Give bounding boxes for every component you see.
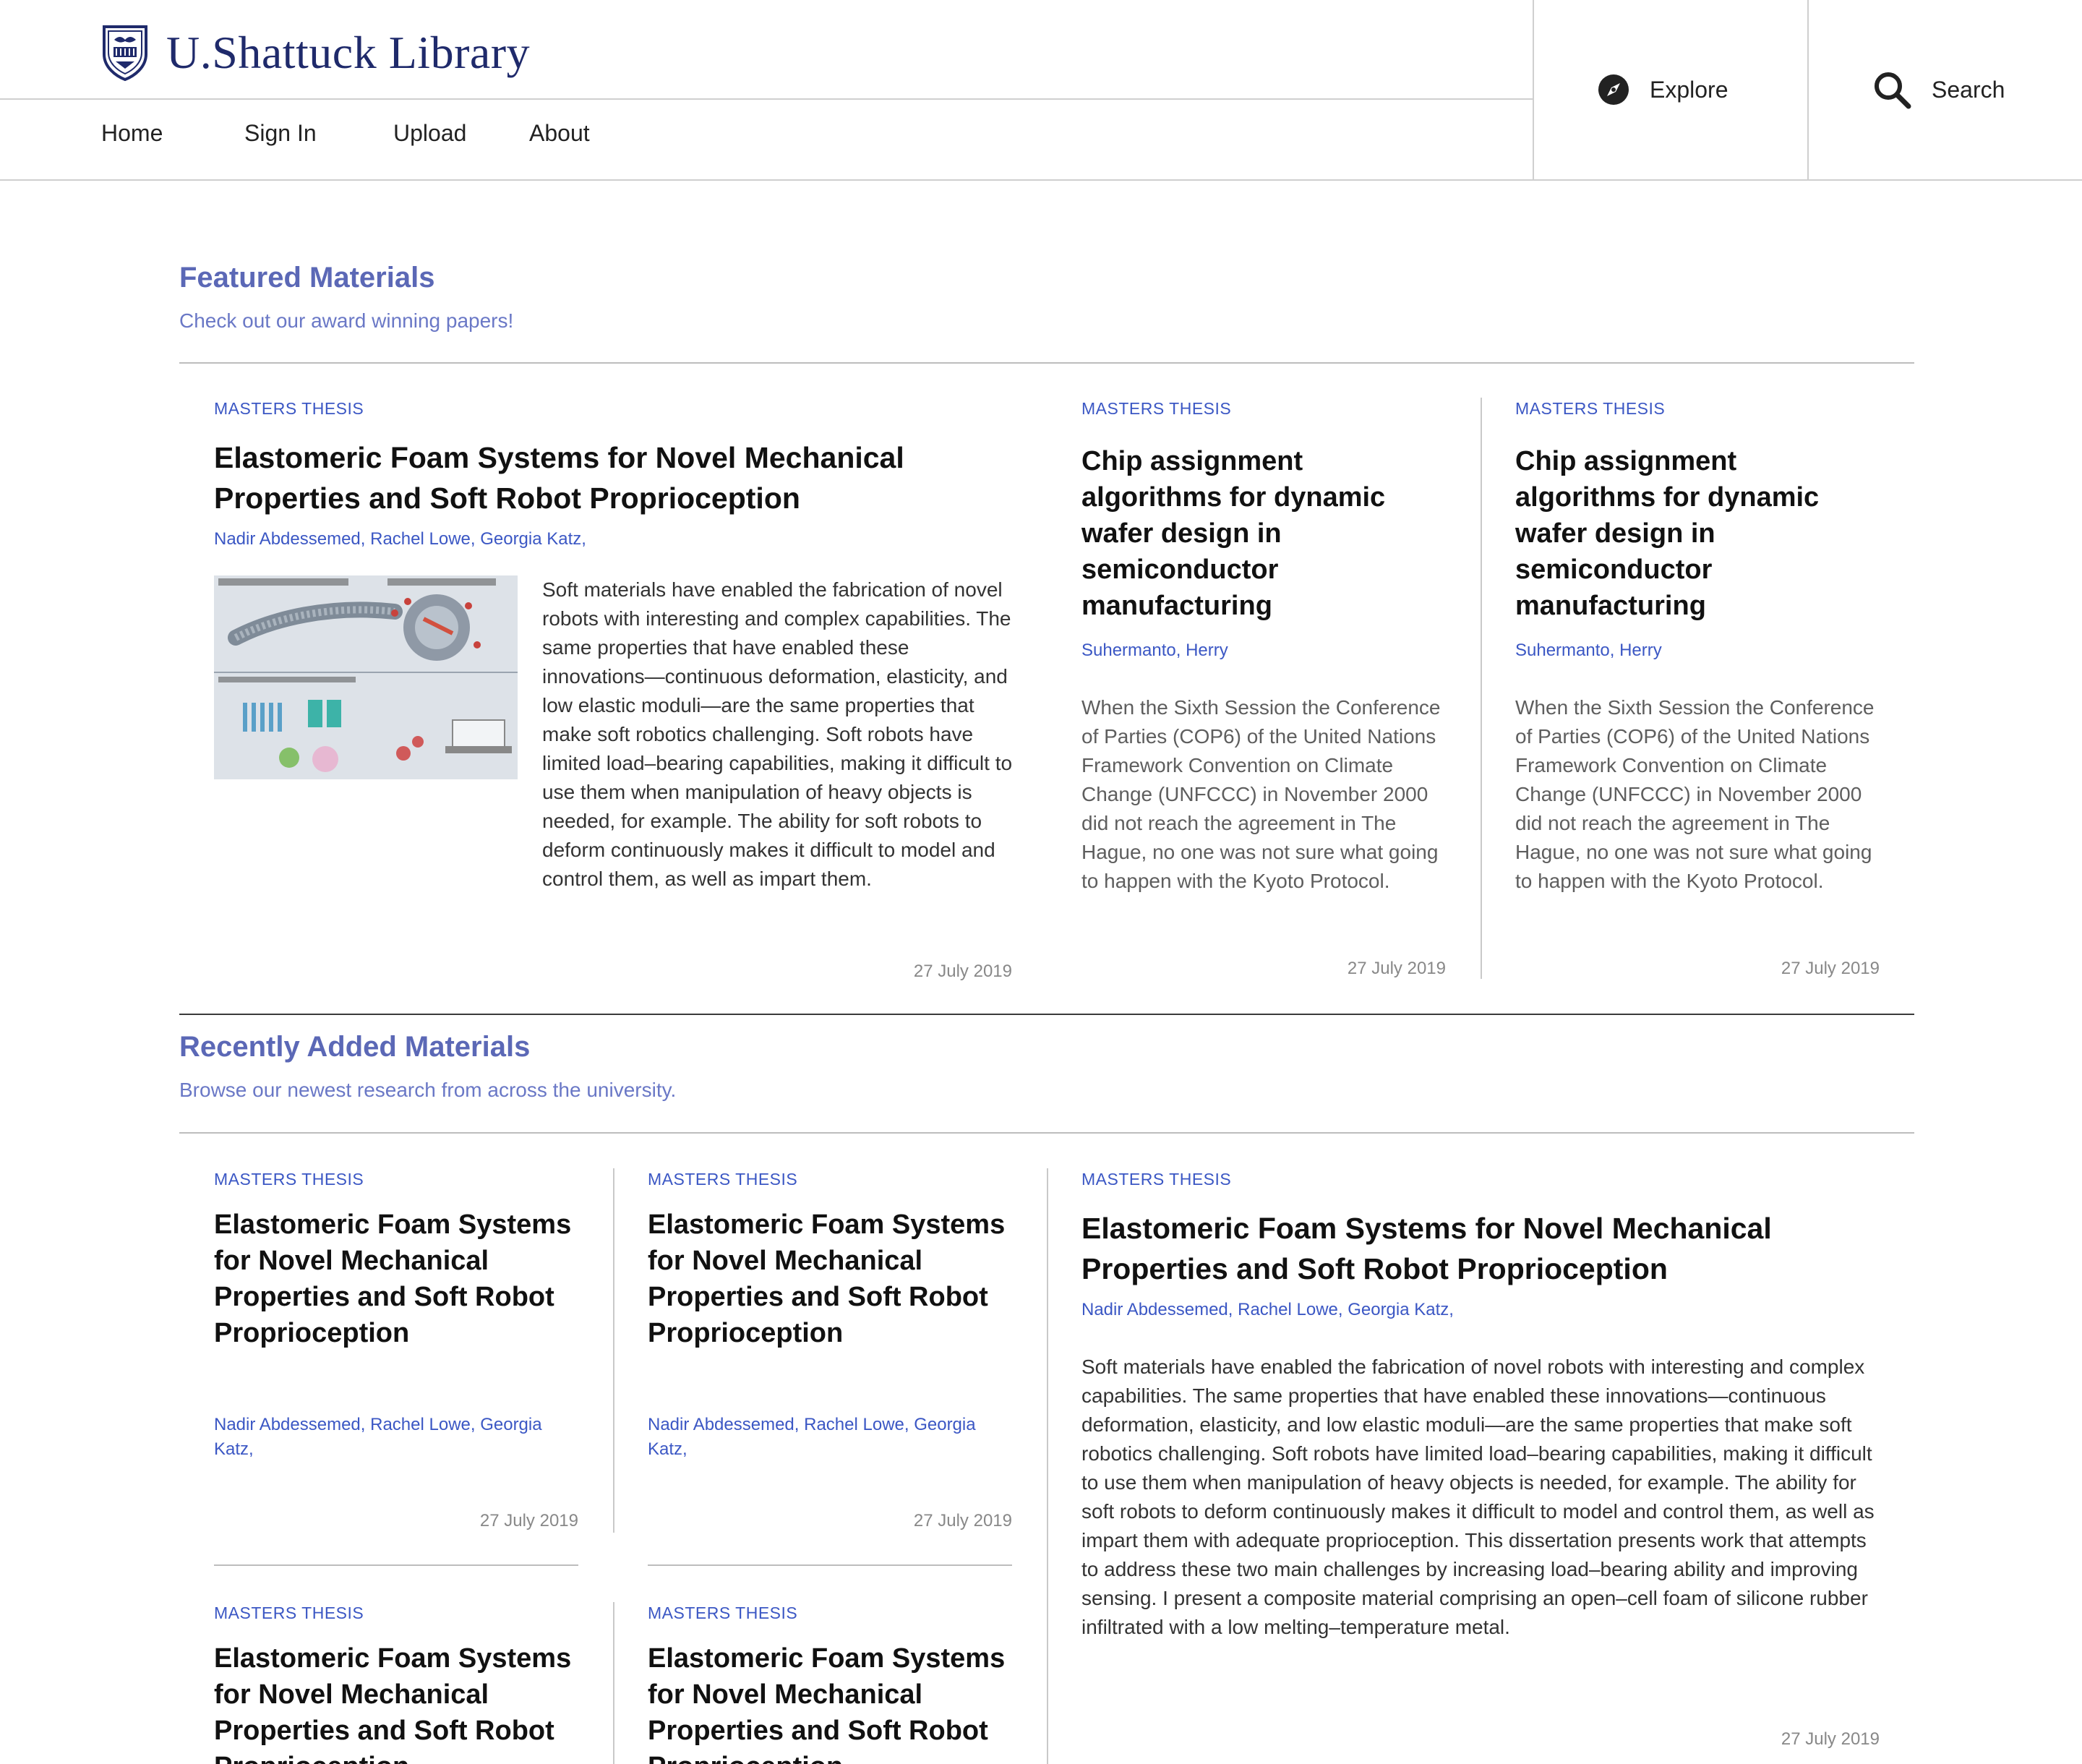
featured-column-separator bbox=[1481, 398, 1482, 979]
material-description: Soft materials have enabled the fabricat… bbox=[542, 578, 1013, 890]
search-button[interactable]: Search bbox=[1872, 0, 2005, 179]
recent-top-rule bbox=[179, 1132, 1914, 1134]
material-title[interactable]: Elastomeric Foam Systems for Novel Mecha… bbox=[214, 1640, 578, 1764]
featured-side-card[interactable]: MASTERS THESIS Chip assignment algorithm… bbox=[1081, 399, 1446, 985]
grid-row-divider bbox=[214, 1564, 578, 1566]
section-divider bbox=[179, 1014, 1914, 1015]
explore-label: Explore bbox=[1650, 76, 1728, 103]
material-date: 27 July 2019 bbox=[1781, 959, 1880, 978]
header-divider bbox=[0, 98, 1533, 100]
material-date: 27 July 2019 bbox=[913, 1511, 1012, 1530]
nav-about[interactable]: About bbox=[529, 120, 616, 147]
material-date: 27 July 2019 bbox=[913, 962, 1012, 981]
material-type: MASTERS THESIS bbox=[1081, 399, 1232, 418]
recent-large-card[interactable]: MASTERS THESIS Elastomeric Foam Systems … bbox=[1081, 1170, 1880, 1755]
material-title[interactable]: Elastomeric Foam Systems for Novel Mecha… bbox=[648, 1640, 1012, 1764]
search-icon bbox=[1875, 72, 1911, 109]
featured-top-rule bbox=[179, 362, 1914, 364]
main-nav: Home Sign In Upload About bbox=[101, 120, 616, 147]
material-date: 27 July 2019 bbox=[1347, 959, 1446, 978]
header-separator bbox=[1533, 0, 1534, 181]
material-type: MASTERS THESIS bbox=[214, 1604, 364, 1622]
grid-column-separator bbox=[1047, 1168, 1048, 1764]
material-description: When the Sixth Session the Conference of… bbox=[1515, 696, 1875, 892]
material-description: Soft materials have enabled the fabricat… bbox=[1081, 1356, 1875, 1638]
material-title[interactable]: Chip assignment algorithms for dynamic w… bbox=[1081, 443, 1446, 624]
material-title[interactable]: Chip assignment algorithms for dynamic w… bbox=[1515, 443, 1880, 624]
featured-section-subtitle: Check out our award winning papers! bbox=[179, 309, 514, 332]
material-title[interactable]: Elastomeric Foam Systems for Novel Mecha… bbox=[648, 1207, 1012, 1351]
material-authors[interactable]: Nadir Abdessemed, Rachel Lowe, Georgia K… bbox=[214, 1413, 578, 1462]
nav-home[interactable]: Home bbox=[101, 120, 244, 147]
nav-sign-in[interactable]: Sign In bbox=[244, 120, 393, 147]
material-authors[interactable]: Nadir Abdessemed, Rachel Lowe, Georgia K… bbox=[214, 527, 1012, 552]
recent-card[interactable]: MASTERS THESIS Elastomeric Foam Systems … bbox=[648, 1170, 1012, 1531]
thumbnail-figure-image bbox=[214, 575, 518, 779]
material-title[interactable]: Elastomeric Foam Systems for Novel Mecha… bbox=[214, 1207, 578, 1351]
recent-card[interactable]: MASTERS THESIS Elastomeric Foam Systems … bbox=[648, 1604, 1012, 1764]
material-type: MASTERS THESIS bbox=[214, 1170, 364, 1189]
grid-row-divider bbox=[648, 1564, 1012, 1566]
material-authors[interactable]: Suhermanto, Herry bbox=[1515, 638, 1880, 663]
featured-side-card[interactable]: MASTERS THESIS Chip assignment algorithm… bbox=[1515, 399, 1880, 985]
material-type: MASTERS THESIS bbox=[214, 399, 364, 418]
material-authors[interactable]: Nadir Abdessemed, Rachel Lowe, Georgia K… bbox=[648, 1413, 1012, 1462]
material-authors[interactable]: Nadir Abdessemed, Rachel Lowe, Georgia K… bbox=[1081, 1298, 1880, 1322]
material-description: When the Sixth Session the Conference of… bbox=[1081, 696, 1441, 892]
nav-upload[interactable]: Upload bbox=[393, 120, 529, 147]
material-type: MASTERS THESIS bbox=[648, 1604, 798, 1622]
brand-logo-link[interactable]: U.Shattuck Library bbox=[101, 20, 530, 85]
explore-button[interactable]: Explore bbox=[1598, 0, 1728, 179]
material-authors[interactable]: Suhermanto, Herry bbox=[1081, 638, 1446, 663]
material-title[interactable]: Elastomeric Foam Systems for Novel Mecha… bbox=[1081, 1208, 1880, 1289]
recent-section-title: Recently Added Materials bbox=[179, 1031, 531, 1063]
header-separator bbox=[1807, 0, 1809, 181]
material-date: 27 July 2019 bbox=[1781, 1729, 1880, 1749]
material-type: MASTERS THESIS bbox=[648, 1170, 798, 1189]
material-type: MASTERS THESIS bbox=[1515, 399, 1666, 418]
featured-section-title: Featured Materials bbox=[179, 262, 435, 294]
material-date: 27 July 2019 bbox=[479, 1511, 578, 1530]
search-label: Search bbox=[1932, 76, 2005, 103]
material-title[interactable]: Elastomeric Foam Systems for Novel Mecha… bbox=[214, 437, 1012, 518]
grid-column-separator bbox=[613, 1168, 614, 1533]
recent-card[interactable]: MASTERS THESIS Elastomeric Foam Systems … bbox=[214, 1604, 578, 1764]
material-thumbnail[interactable] bbox=[214, 575, 518, 779]
recent-section-subtitle: Browse our newest research from across t… bbox=[179, 1079, 677, 1101]
material-type: MASTERS THESIS bbox=[1081, 1170, 1232, 1189]
university-shield-icon bbox=[103, 25, 147, 82]
featured-main-card[interactable]: MASTERS THESIS Elastomeric Foam Systems … bbox=[214, 399, 1012, 985]
site-header: U.Shattuck Library Home Sign In Upload A… bbox=[0, 0, 2082, 181]
recent-card[interactable]: MASTERS THESIS Elastomeric Foam Systems … bbox=[214, 1170, 578, 1531]
compass-icon bbox=[1598, 74, 1629, 105]
brand-name: U.Shattuck Library bbox=[166, 27, 531, 78]
grid-column-separator bbox=[613, 1602, 614, 1764]
